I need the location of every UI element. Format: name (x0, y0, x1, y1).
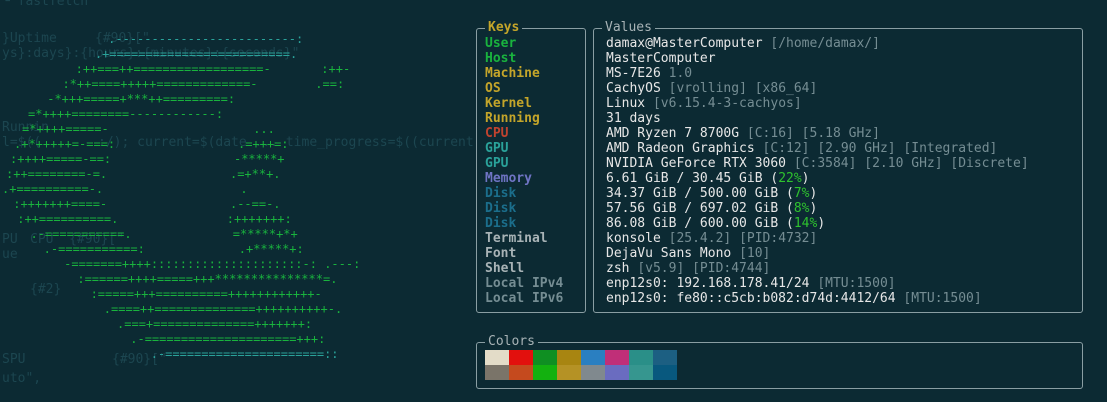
colors-legend: Colors (485, 334, 538, 350)
value-os: CachyOS [vrolling] [x86_64] (606, 81, 818, 96)
value-gpu-discrete: NVIDIA GeForce RTX 3060 [C:3584] [2.10 G… (606, 156, 1029, 171)
key-label: GPU (485, 141, 509, 156)
color-swatch (533, 365, 557, 380)
value-machine: MS-7E26 1.0 (606, 66, 693, 81)
logo-line: :++========-=. .=+**+. (6, 167, 281, 181)
key-label: Memory (485, 171, 532, 186)
value-user: damax@MasterComputer [/home/damax/] (606, 36, 880, 51)
logo-line: :++==========. :+++++++: (10, 212, 292, 226)
color-swatch (629, 350, 653, 365)
logo-line: :=====+++==========++++++++++++- (40, 287, 322, 301)
logo-line: .-======================:: (64, 347, 339, 361)
value-shell: zsh [v5.9] [PID:4744] (606, 261, 771, 276)
keys-legend: Keys (485, 20, 523, 36)
key-label: Local IPv6 (485, 291, 564, 306)
logo-line: -=======++++:::::::::::::::::::::-: .---… (28, 257, 361, 271)
logo-line: .+==========-. . (2, 182, 248, 196)
keys-list: User Host Machine OS Kernel Running CPU GPU GPU M… (485, 36, 563, 306)
color-swatch (557, 365, 581, 380)
logo-line: =*++++========------------: (28, 107, 224, 121)
key-label: Disk (485, 201, 517, 216)
logo-line: .===+==============+++++++: (52, 317, 313, 331)
color-swatch (629, 365, 653, 380)
color-swatch (581, 350, 605, 365)
key-label: CPU (485, 126, 509, 141)
value-gpu-integrated: AMD Radeon Graphics [C:12] [2.90 GHz] [I… (606, 141, 998, 156)
keys-panel: Keys User Host Machine OS Kernel Running CPU GP… (476, 20, 586, 313)
logo-line: :======++++=====+++***************=. (34, 272, 338, 286)
color-swatch (581, 365, 605, 380)
color-swatch (533, 350, 557, 365)
key-label: User (485, 36, 517, 51)
logo-line: .+=========================. (66, 47, 298, 61)
key-label: GPU (485, 156, 509, 171)
value-terminal: konsole [25.4.2] [PID:4732] (606, 231, 818, 246)
key-label: OS (485, 81, 501, 96)
color-swatch (509, 350, 533, 365)
logo-line: .-=====================+++: (58, 332, 326, 346)
value-host: MasterComputer (606, 51, 716, 66)
color-swatch (653, 365, 677, 380)
value-cpu: AMD Ryzen 7 8700G [C:16] [5.18 GHz] (606, 126, 880, 141)
logo-line: -*+++=====+***++=========: (40, 92, 236, 106)
value-disk-1: 34.37 GiB / 500.00 GiB (7%) (606, 186, 818, 201)
key-label: Shell (485, 261, 525, 276)
key-label: Machine (485, 66, 540, 81)
key-label: Disk (485, 186, 517, 201)
value-memory: 6.61 GiB / 30.45 GiB (22%) (606, 171, 810, 186)
values-panel: Values damax@MasterComputer [/home/damax… (593, 20, 1083, 313)
key-label: Kernel (485, 96, 532, 111)
color-swatch (509, 365, 533, 380)
values-legend: Values (602, 20, 655, 36)
color-swatch (485, 350, 509, 365)
color-swatch (605, 365, 629, 380)
logo-line: .====++==============++++++++++-. (46, 302, 343, 316)
value-font: DejaVu Sans Mono [10] (606, 246, 771, 261)
key-label: Terminal (485, 231, 548, 246)
value-disk-3: 86.08 GiB / 600.00 GiB (14%) (606, 216, 826, 231)
value-kernel: Linux [v6.15.4-3-cachyos] (606, 96, 802, 111)
values-list: damax@MasterComputer [/home/damax/] Mast… (606, 36, 1029, 306)
key-label: Disk (485, 216, 517, 231)
value-disk-2: 57.56 GiB / 697.02 GiB (8%) (606, 201, 818, 216)
key-label: Local IPv4 (485, 276, 564, 291)
color-swatch (485, 365, 509, 380)
value-running: 31 days (606, 111, 661, 126)
color-swatch (605, 350, 629, 365)
logo-line: =*++++=====- ... (22, 122, 275, 136)
logo-line: .-===========. =*****+*+ (16, 227, 298, 241)
value-local-ipv4: enp12s0: 192.168.178.41/24 [MTU:1500] (606, 276, 896, 291)
color-swatches (485, 350, 677, 380)
colors-panel: Colors (476, 334, 1083, 389)
color-swatch (653, 350, 677, 365)
key-label: Running (485, 111, 540, 126)
logo-line: .-===========: .+*****+: (22, 242, 304, 256)
logo-line: :+++++++====- .--==-. (6, 197, 281, 211)
logo-line: :++===++==================- :++- (54, 62, 351, 76)
logo-line: .+*+++++=-===: .=+++=: (14, 137, 289, 151)
bg-line: └ fastfetch (2, 0, 89, 9)
color-swatch (557, 350, 581, 365)
logo-line: :*++====+++++=============- .==: (48, 77, 345, 91)
value-local-ipv6: enp12s0: fe80::c5cb:b082:d74d:4412/64 [M… (606, 291, 982, 306)
logo-line: .-------------------------: (72, 32, 304, 46)
key-label: Font (485, 246, 517, 261)
key-label: Host (485, 51, 517, 66)
distro-ascii-logo: .-------------------------: .+==========… (0, 32, 470, 372)
logo-line: :++++=====-==: -*****+ (10, 152, 285, 166)
